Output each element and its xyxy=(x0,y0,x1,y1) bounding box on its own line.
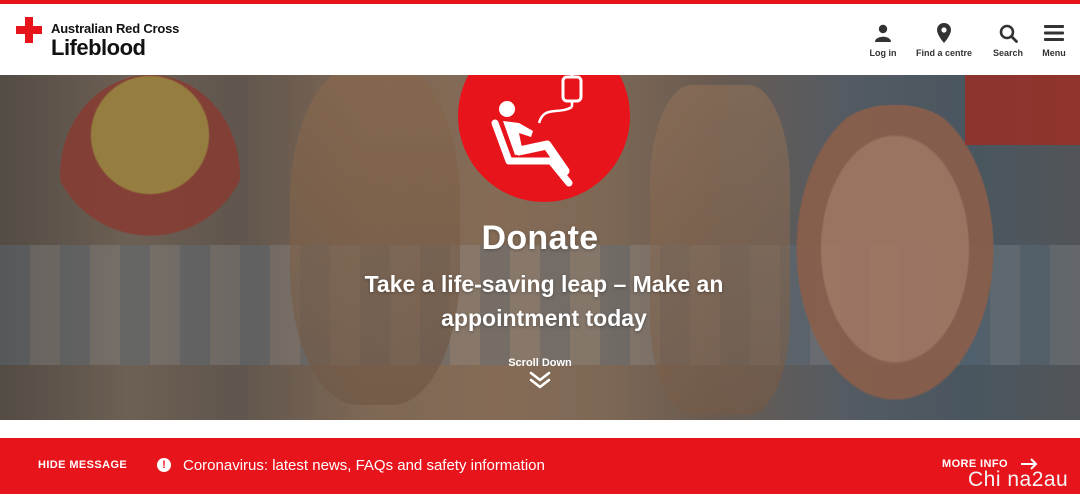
map-pin-icon xyxy=(937,22,951,44)
coronavirus-alert-bar: HIDE MESSAGE ! Coronavirus: latest news,… xyxy=(0,438,1080,494)
blood-donation-chair-icon xyxy=(491,75,583,187)
user-icon xyxy=(874,22,892,44)
nav-login-button[interactable]: Log in xyxy=(858,4,908,75)
hamburger-icon xyxy=(1044,22,1064,44)
nav-login-label: Log in xyxy=(869,48,897,58)
nav-find-centre-button[interactable]: Find a centre xyxy=(909,4,979,75)
nav-search-label: Search xyxy=(992,48,1024,58)
hero-banner: Donate Take a life-saving leap – Make an… xyxy=(0,75,1080,420)
watermark-text: Chi na2au xyxy=(968,468,1069,491)
nav-menu-label: Menu xyxy=(1042,48,1066,58)
site-logo[interactable]: Australian Red Cross Lifeblood xyxy=(16,17,179,59)
nav-find-centre-label: Find a centre xyxy=(915,48,972,58)
logo-org-name: Australian Red Cross xyxy=(51,21,180,36)
hide-message-button[interactable]: HIDE MESSAGE xyxy=(38,459,127,471)
scroll-down-label: Scroll Down xyxy=(508,357,572,369)
double-chevron-down-icon xyxy=(529,371,551,389)
logo-text: Australian Red Cross Lifeblood xyxy=(51,17,179,59)
exclamation-circle-icon: ! xyxy=(157,458,171,472)
hero-title: Donate xyxy=(481,219,599,257)
search-icon xyxy=(999,22,1018,44)
scroll-down-button[interactable]: Scroll Down xyxy=(490,357,590,394)
alert-message-link[interactable]: Coronavirus: latest news, FAQs and safet… xyxy=(183,457,545,474)
logo-brand-name: Lifeblood xyxy=(51,35,146,60)
red-cross-icon xyxy=(16,17,42,43)
hero-subtitle[interactable]: Take a life-saving leap – Make an appoin… xyxy=(340,267,748,335)
nav-menu-button[interactable]: Menu xyxy=(1034,4,1074,75)
nav-search-button[interactable]: Search xyxy=(984,4,1032,75)
site-header: Australian Red Cross Lifeblood Log in Fi… xyxy=(0,4,1080,75)
